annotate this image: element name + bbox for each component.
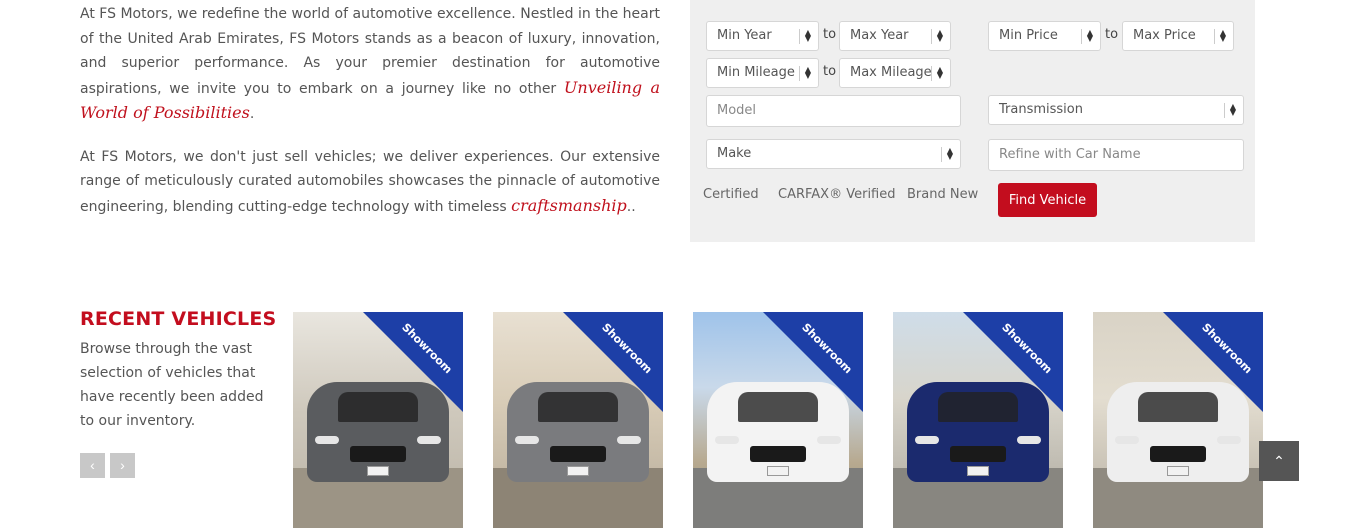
showroom-ribbon: Showroom (1163, 312, 1263, 412)
min-price-select[interactable]: Min Price ▲ ▼ (988, 21, 1101, 51)
max-year-select[interactable]: Max Year ▲ ▼ (839, 21, 951, 51)
select-arrows-icon: ▲ ▼ (804, 28, 811, 43)
min-mileage-select[interactable]: Min Mileage ▲ ▼ (706, 58, 819, 88)
script-craftsmanship: craftsmanship (511, 195, 627, 215)
brand-new-checkbox[interactable]: Brand New (907, 187, 978, 202)
intro-paragraph-1: At FS Motors, we redefine the world of a… (80, 6, 660, 122)
find-vehicle-button[interactable]: Find Vehicle (998, 183, 1097, 217)
to-label: to (1105, 27, 1119, 42)
select-arrows-icon: ▲ ▼ (1219, 28, 1226, 43)
vehicle-search-panel: Min Year ▲ ▼ to Max Year ▲ ▼ Min Price ▲ ▼ to … (690, 0, 1255, 242)
transmission-select[interactable]: Transmission ▲ ▼ (988, 95, 1244, 125)
car-name-input[interactable]: Refine with Car Name (988, 139, 1244, 171)
vehicle-card[interactable]: Showroom (893, 312, 1063, 528)
certified-checkbox[interactable]: Certified (703, 187, 759, 202)
showroom-ribbon: Showroom (763, 312, 863, 412)
select-arrows-icon: ▲ ▼ (804, 65, 811, 80)
vehicle-card[interactable]: Showroom (1093, 312, 1263, 528)
min-year-select[interactable]: Min Year ▲ ▼ (706, 21, 819, 51)
recent-vehicles-description: Browse through the vast selection of veh… (80, 341, 264, 429)
model-input[interactable]: Model (706, 95, 961, 127)
showroom-ribbon: Showroom (363, 312, 463, 412)
vehicle-card[interactable]: Showroom (693, 312, 863, 528)
select-arrows-icon: ▲ ▼ (946, 146, 953, 161)
max-mileage-select[interactable]: Max Mileage ▲ ▼ (839, 58, 951, 88)
intro-section: At FS Motors, we redefine the world of a… (80, 2, 660, 237)
vehicle-card[interactable]: Showroom (293, 312, 463, 528)
vehicle-card[interactable]: Showroom (493, 312, 663, 528)
showroom-ribbon: Showroom (563, 312, 663, 412)
carousel-next-button[interactable]: › (110, 453, 135, 478)
to-label: to (823, 27, 837, 42)
select-arrows-icon: ▲ ▼ (936, 28, 943, 43)
max-price-select[interactable]: Max Price ▲ ▼ (1122, 21, 1234, 51)
select-arrows-icon: ▲ ▼ (1086, 28, 1093, 43)
make-select[interactable]: Make ▲ ▼ (706, 139, 961, 169)
showroom-ribbon: Showroom (963, 312, 1063, 412)
select-arrows-icon: ▲ ▼ (936, 65, 943, 80)
recent-vehicles-title: RECENT VEHICLES (80, 308, 277, 330)
carfax-verified-checkbox[interactable]: CARFAX® Verified (778, 187, 896, 202)
to-label: to (823, 64, 837, 79)
select-arrows-icon: ▲ ▼ (1229, 102, 1236, 117)
carousel-prev-button[interactable]: ‹ (80, 453, 105, 478)
intro-paragraph-2: At FS Motors, we don't just sell vehicle… (80, 148, 660, 215)
scroll-to-top-button[interactable]: ⌃ (1259, 441, 1299, 481)
